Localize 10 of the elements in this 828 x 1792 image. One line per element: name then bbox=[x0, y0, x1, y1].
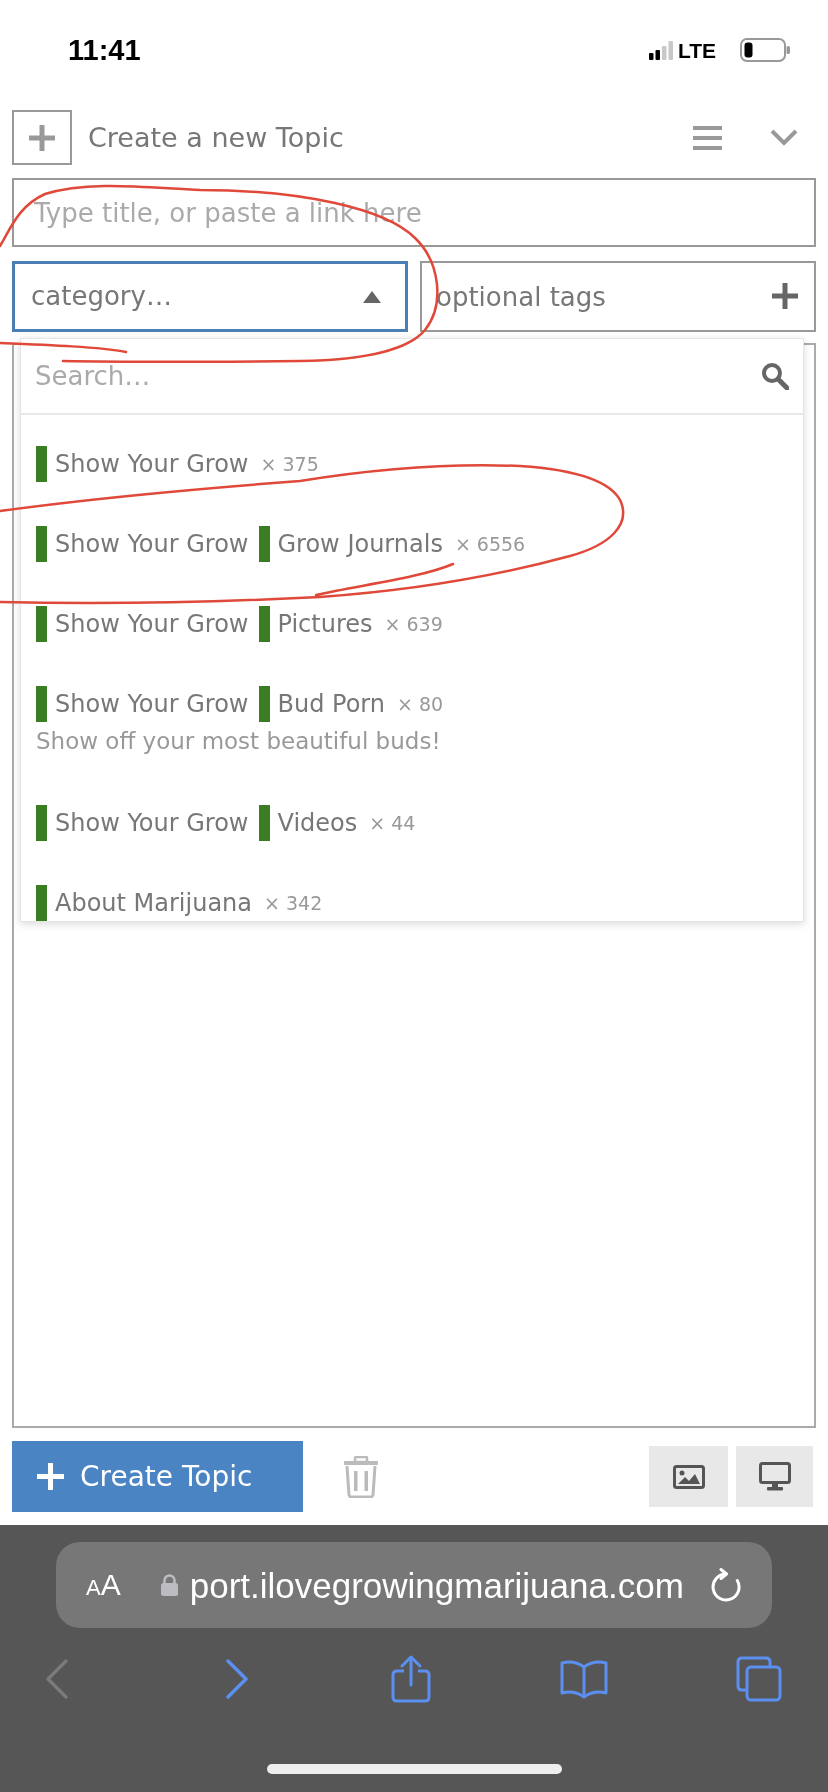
composer-title: Create a new Topic bbox=[88, 124, 344, 151]
topic-count: × 375 bbox=[260, 454, 319, 474]
status-time: 11:41 bbox=[68, 35, 141, 65]
topic-count: × 80 bbox=[397, 694, 444, 714]
topic-count: × 44 bbox=[369, 813, 416, 833]
network-label: LTE bbox=[677, 39, 716, 61]
topic-count: × 6556 bbox=[454, 534, 526, 554]
topic-count: × 639 bbox=[384, 614, 443, 634]
topic-count: × 342 bbox=[264, 893, 323, 913]
category-description: Show off your most beautiful buds! bbox=[36, 726, 442, 756]
